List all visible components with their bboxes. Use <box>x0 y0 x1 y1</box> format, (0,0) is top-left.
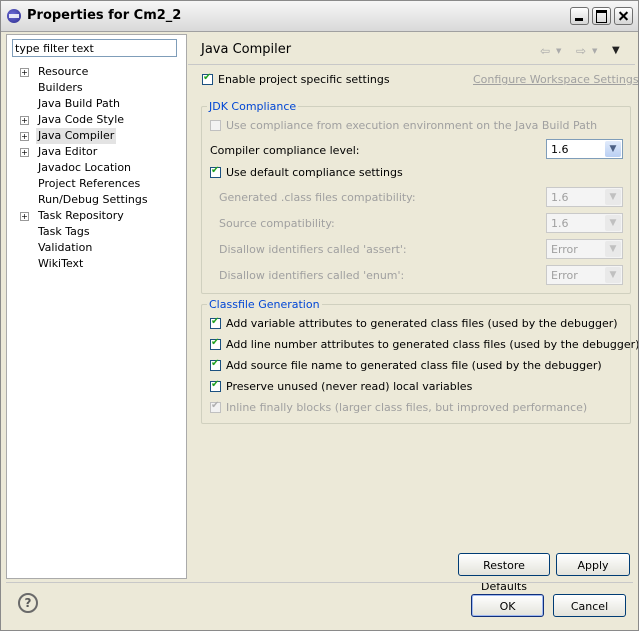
restore-defaults-button[interactable]: Restore Defaults <box>458 553 550 593</box>
apply-button[interactable]: Apply <box>556 553 630 576</box>
page-title: Java Compiler <box>201 42 292 57</box>
navigation-panel: +Resource Builders Java Build Path +Java… <box>6 34 187 579</box>
preserve-unused-label: Preserve unused (never read) local varia… <box>226 380 473 393</box>
filter-input[interactable] <box>12 39 177 57</box>
tree-item-resource[interactable]: + Resource <box>7 64 186 80</box>
generated-class-compat-label: Generated .class files compatibility: <box>219 191 416 204</box>
tree-item-java-compiler[interactable]: + Java Compiler <box>7 128 186 144</box>
maximize-button[interactable] <box>592 7 611 25</box>
combo-arrow-icon[interactable]: ▼ <box>605 215 621 231</box>
add-line-number-label: Add line number attributes to generated … <box>226 338 639 351</box>
tree-item-java-code-style[interactable]: + Java Code Style <box>7 112 186 128</box>
settings-panel: Java Compiler ⇦ ▼ ⇨ ▼ ▼ Enable project s… <box>188 34 638 593</box>
enable-project-settings-checkbox[interactable] <box>202 72 213 85</box>
source-compat-combo[interactable]: 1.6 ▼ <box>546 213 623 233</box>
compliance-level-combo[interactable]: 1.6 ▼ <box>546 139 623 159</box>
expand-icon[interactable]: + <box>20 68 29 77</box>
source-compat-label: Source compatibility: <box>219 217 335 230</box>
inline-finally-checkbox[interactable] <box>210 400 221 413</box>
forward-arrow-icon[interactable]: ⇨ <box>576 44 586 58</box>
expand-icon[interactable]: + <box>20 116 29 125</box>
property-tree: + Resource Builders Java Build Path + Java… <box>7 64 186 272</box>
combo-arrow-icon[interactable]: ▼ <box>605 189 621 205</box>
help-icon[interactable]: ? <box>18 593 38 613</box>
tree-item-project-references[interactable]: Project References <box>7 176 186 192</box>
disallow-enum-combo[interactable]: Error ▼ <box>546 265 623 285</box>
expand-icon[interactable]: + <box>20 212 29 221</box>
disallow-assert-combo[interactable]: Error ▼ <box>546 239 623 259</box>
add-variable-attributes-label: Add variable attributes to generated cla… <box>226 317 618 330</box>
tree-item-java-build-path[interactable]: Java Build Path <box>7 96 186 112</box>
back-arrow-icon[interactable]: ⇦ <box>540 44 550 58</box>
view-menu-icon[interactable]: ▼ <box>612 45 620 56</box>
minimize-button[interactable] <box>570 7 589 25</box>
header-separator <box>188 64 635 65</box>
use-env-compliance-checkbox[interactable] <box>210 120 221 131</box>
cancel-button[interactable]: Cancel <box>553 594 626 617</box>
disallow-assert-label: Disallow identifiers called 'assert': <box>219 243 407 256</box>
footer-separator <box>6 582 633 583</box>
add-source-file-checkbox[interactable] <box>210 358 221 371</box>
tree-item-validation[interactable]: Validation <box>7 240 186 256</box>
eclipse-icon <box>7 9 21 23</box>
title-bar[interactable]: Properties for Cm2_2 <box>1 1 638 32</box>
disallow-enum-label: Disallow identifiers called 'enum': <box>219 269 405 282</box>
tree-item-java-editor[interactable]: + Java Editor <box>7 144 186 160</box>
jdk-compliance-title: JDK Compliance <box>207 100 299 113</box>
add-variable-attributes-checkbox[interactable] <box>210 316 221 329</box>
inline-finally-label: Inline finally blocks (larger class file… <box>226 401 588 414</box>
enable-project-settings-label: Enable project specific settings <box>218 73 390 86</box>
combo-arrow-icon[interactable]: ▼ <box>605 241 621 257</box>
back-dropdown-icon[interactable]: ▼ <box>556 47 561 55</box>
add-line-number-checkbox[interactable] <box>210 337 221 350</box>
expand-icon[interactable]: + <box>20 132 29 141</box>
tree-item-javadoc-location[interactable]: Javadoc Location <box>7 160 186 176</box>
forward-dropdown-icon[interactable]: ▼ <box>592 47 597 55</box>
use-default-compliance-checkbox[interactable] <box>210 165 221 178</box>
classfile-generation-title: Classfile Generation <box>207 298 322 311</box>
close-button[interactable] <box>614 7 633 25</box>
expand-icon[interactable]: + <box>20 148 29 157</box>
add-source-file-label: Add source file name to generated class … <box>226 359 602 372</box>
combo-arrow-icon[interactable]: ▼ <box>605 141 621 157</box>
window-title: Properties for Cm2_2 <box>27 8 182 23</box>
compliance-level-label: Compiler compliance level: <box>210 144 360 157</box>
use-env-compliance-label: Use compliance from execution environmen… <box>226 119 598 132</box>
tree-item-builders[interactable]: Builders <box>7 80 186 96</box>
properties-dialog: Properties for Cm2_2 +Resource Builders … <box>0 0 639 631</box>
tree-item-run-debug-settings[interactable]: Run/Debug Settings <box>7 192 186 208</box>
tree-item-wikitext[interactable]: WikiText <box>7 256 186 272</box>
tree-item-task-tags[interactable]: Task Tags <box>7 224 186 240</box>
preserve-unused-checkbox[interactable] <box>210 379 221 392</box>
ok-button[interactable]: OK <box>471 594 544 617</box>
use-default-compliance-label: Use default compliance settings <box>226 166 403 179</box>
generated-class-compat-combo[interactable]: 1.6 ▼ <box>546 187 623 207</box>
configure-workspace-link[interactable]: Configure Workspace Settings... <box>473 73 638 86</box>
tree-item-task-repository[interactable]: + Task Repository <box>7 208 186 224</box>
combo-arrow-icon[interactable]: ▼ <box>605 267 621 283</box>
